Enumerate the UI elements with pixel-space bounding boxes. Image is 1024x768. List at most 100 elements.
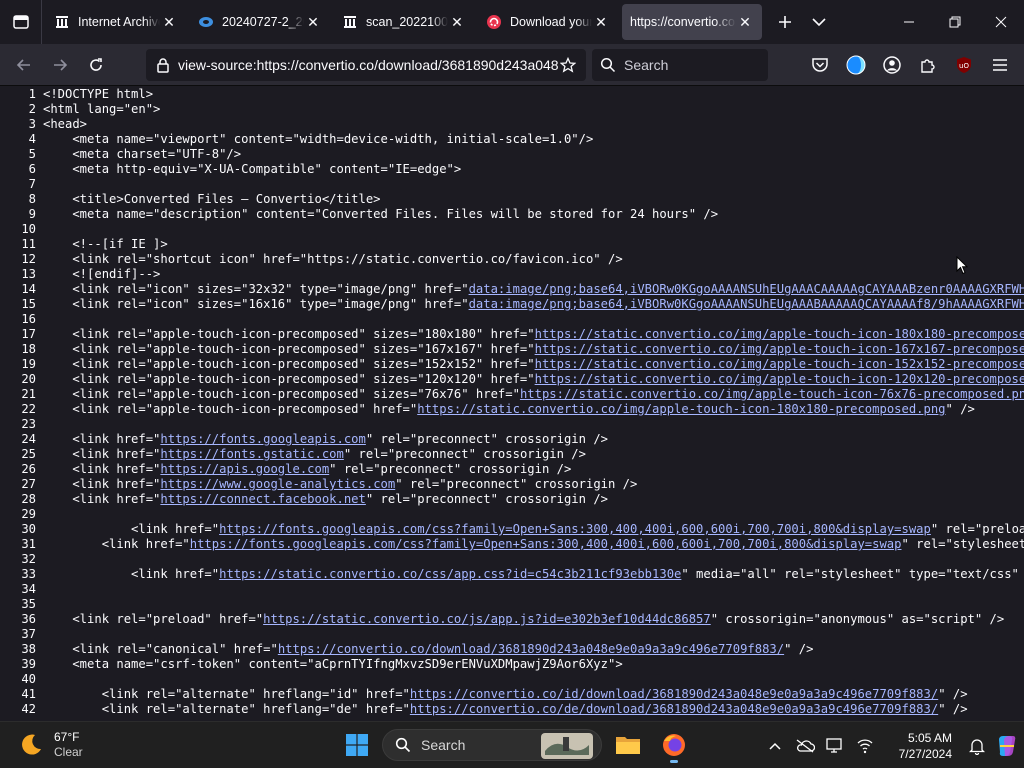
source-link[interactable]: https://fonts.googleapis.com xyxy=(160,432,365,446)
line-number: 37 xyxy=(21,627,36,641)
source-line: 2 <html lang="en"> xyxy=(0,102,1024,117)
plus-icon xyxy=(779,16,791,28)
internet-archive-icon xyxy=(342,14,358,30)
onedrive-button[interactable] xyxy=(790,731,820,761)
source-code: <link rel="apple-touch-icon-precomposed"… xyxy=(36,372,1024,387)
close-icon[interactable]: ✕ xyxy=(160,13,178,31)
source-link[interactable]: https://fonts.googleapis.com/css?family=… xyxy=(190,537,902,551)
menu-button[interactable] xyxy=(982,49,1018,81)
new-tab-button[interactable] xyxy=(768,5,802,39)
tab-label: https://convertio.co xyxy=(630,15,735,29)
source-link[interactable]: https://static.convertio.co/img/apple-to… xyxy=(535,357,1024,371)
source-code: <title>Converted Files — Convertio</titl… xyxy=(43,192,381,206)
close-icon[interactable]: ✕ xyxy=(736,13,754,31)
source-code xyxy=(36,312,43,327)
lock-icon[interactable] xyxy=(154,56,172,74)
line-number: 10 xyxy=(21,222,36,236)
tab-view-source[interactable]: https://convertio.co ✕ xyxy=(622,4,762,40)
line-number: 35 xyxy=(21,597,36,611)
file-explorer-button[interactable] xyxy=(608,725,648,765)
close-icon[interactable]: ✕ xyxy=(448,13,466,31)
network-button[interactable] xyxy=(850,731,880,761)
source-link[interactable]: data:image/png;base64,iVBORw0KGgoAAAANSU… xyxy=(469,297,1024,311)
line-number: 22 xyxy=(21,402,36,416)
account-icon xyxy=(883,55,901,74)
source-line: 27 <link href="https://www.google-analyt… xyxy=(0,477,1024,492)
forward-button[interactable] xyxy=(44,49,76,81)
source-line: 14 <link rel="icon" sizes="32x32" type="… xyxy=(0,282,1024,297)
source-link[interactable]: https://static.convertio.co/img/apple-to… xyxy=(535,327,1024,341)
show-hidden-icons-button[interactable] xyxy=(760,731,790,761)
source-code: <link href="https://connect.facebook.net… xyxy=(43,492,608,506)
line-number: 31 xyxy=(21,537,36,551)
source-link[interactable]: https://convertio.co/de/download/3681890… xyxy=(410,702,938,716)
search-bar[interactable]: Search xyxy=(592,48,768,81)
source-link[interactable]: https://static.convertio.co/img/apple-to… xyxy=(535,372,1024,386)
source-link[interactable]: https://convertio.co/download/3681890d24… xyxy=(278,642,784,656)
source-line: 41 <link rel="alternate" hreflang="id" h… xyxy=(0,687,1024,702)
line-number: 38 xyxy=(21,642,36,656)
source-line: 22 <link rel="apple-touch-icon-precompos… xyxy=(0,402,1024,417)
source-line: 19 <link rel="apple-touch-icon-precompos… xyxy=(0,357,1024,372)
source-link[interactable]: https://static.convertio.co/img/apple-to… xyxy=(535,342,1024,356)
ublock-button[interactable]: uO xyxy=(946,49,982,81)
source-line: 35 xyxy=(0,597,1024,612)
folder-icon xyxy=(616,737,640,754)
source-link[interactable]: https://connect.facebook.net xyxy=(160,492,365,506)
source-line: 17 <link rel="apple-touch-icon-precompos… xyxy=(0,327,1024,342)
account-button[interactable] xyxy=(874,49,910,81)
source-link[interactable]: https://www.google-analytics.com xyxy=(160,477,395,491)
notifications-button[interactable] xyxy=(962,731,992,761)
source-link[interactable]: https://fonts.gstatic.com xyxy=(160,447,343,461)
source-line: 29 xyxy=(0,507,1024,522)
source-link[interactable]: https://static.convertio.co/img/apple-to… xyxy=(417,402,945,416)
display-button[interactable] xyxy=(820,731,850,761)
line-number: 33 xyxy=(21,567,36,581)
source-code: <link rel="canonical" href="https://conv… xyxy=(43,642,814,656)
source-link[interactable]: https://static.convertio.co/js/app.js?id… xyxy=(263,612,711,626)
url-bar[interactable]: view-source:https://convertio.co/downloa… xyxy=(146,48,586,81)
source-code: <link rel="icon" sizes="32x32" type="ima… xyxy=(36,282,1024,297)
tab-strip: Internet Archive ✕ 20240727-2_2024 ✕ sca… xyxy=(0,0,1024,44)
tab-scan[interactable]: scan_20221001 ✕ xyxy=(334,4,474,40)
source-code: <link rel="apple-touch-icon-precomposed"… xyxy=(36,342,1024,357)
pocket-button[interactable] xyxy=(802,49,838,81)
extension-button[interactable] xyxy=(838,49,874,81)
weather-widget[interactable]: 67°F Clear xyxy=(0,730,240,760)
bookmark-star-icon[interactable] xyxy=(558,55,578,75)
url-text[interactable]: view-source:https://convertio.co/downloa… xyxy=(178,57,558,73)
list-all-tabs-button[interactable] xyxy=(802,5,836,39)
start-button[interactable] xyxy=(340,728,374,762)
firefox-taskbar-button[interactable] xyxy=(654,725,694,765)
extensions-button[interactable] xyxy=(910,49,946,81)
source-link[interactable]: https://apis.google.com xyxy=(160,462,329,476)
source-link[interactable]: https://fonts.googleapis.com/css?family=… xyxy=(219,522,931,536)
line-number: 42 xyxy=(21,702,36,716)
clock[interactable]: 5:05 AM 7/27/2024 xyxy=(888,730,952,762)
source-link[interactable]: https://static.convertio.co/img/apple-to… xyxy=(520,387,1024,401)
moon-icon xyxy=(22,734,41,755)
line-number: 8 xyxy=(28,192,36,206)
close-icon[interactable]: ✕ xyxy=(592,13,610,31)
minimize-button[interactable] xyxy=(886,0,932,44)
tab-internet-archive[interactable]: Internet Archive ✕ xyxy=(46,4,186,40)
svg-text:uO: uO xyxy=(959,62,969,70)
copilot-button[interactable] xyxy=(992,731,1022,761)
source-link[interactable]: https://convertio.co/id/download/3681890… xyxy=(410,687,938,701)
source-code: <meta name="csrf-token" content="aCprnTY… xyxy=(43,657,623,671)
taskbar-search[interactable]: Search xyxy=(382,729,602,761)
source-link[interactable]: data:image/png;base64,iVBORw0KGgoAAAANSU… xyxy=(469,282,1024,296)
back-button[interactable] xyxy=(8,49,40,81)
tab-ocr-file[interactable]: 20240727-2_2024 ✕ xyxy=(190,4,330,40)
close-window-button[interactable] xyxy=(978,0,1024,44)
tab-convertio-download[interactable]: Download your ✕ xyxy=(478,4,618,40)
source-link[interactable]: https://static.convertio.co/css/app.css?… xyxy=(219,567,681,581)
close-icon[interactable]: ✕ xyxy=(304,13,322,31)
reload-button[interactable] xyxy=(80,49,112,81)
firefox-view-button[interactable] xyxy=(0,0,42,44)
restore-button[interactable] xyxy=(932,0,978,44)
source-line: 1 <!DOCTYPE html> xyxy=(0,87,1024,102)
tab-label: scan_20221001 xyxy=(366,15,448,29)
view-source-content[interactable]: 1 <!DOCTYPE html> 2 <html lang="en"> 3 <head>… xyxy=(0,87,1024,721)
source-line: 26 <link href="https://apis.google.com" … xyxy=(0,462,1024,477)
